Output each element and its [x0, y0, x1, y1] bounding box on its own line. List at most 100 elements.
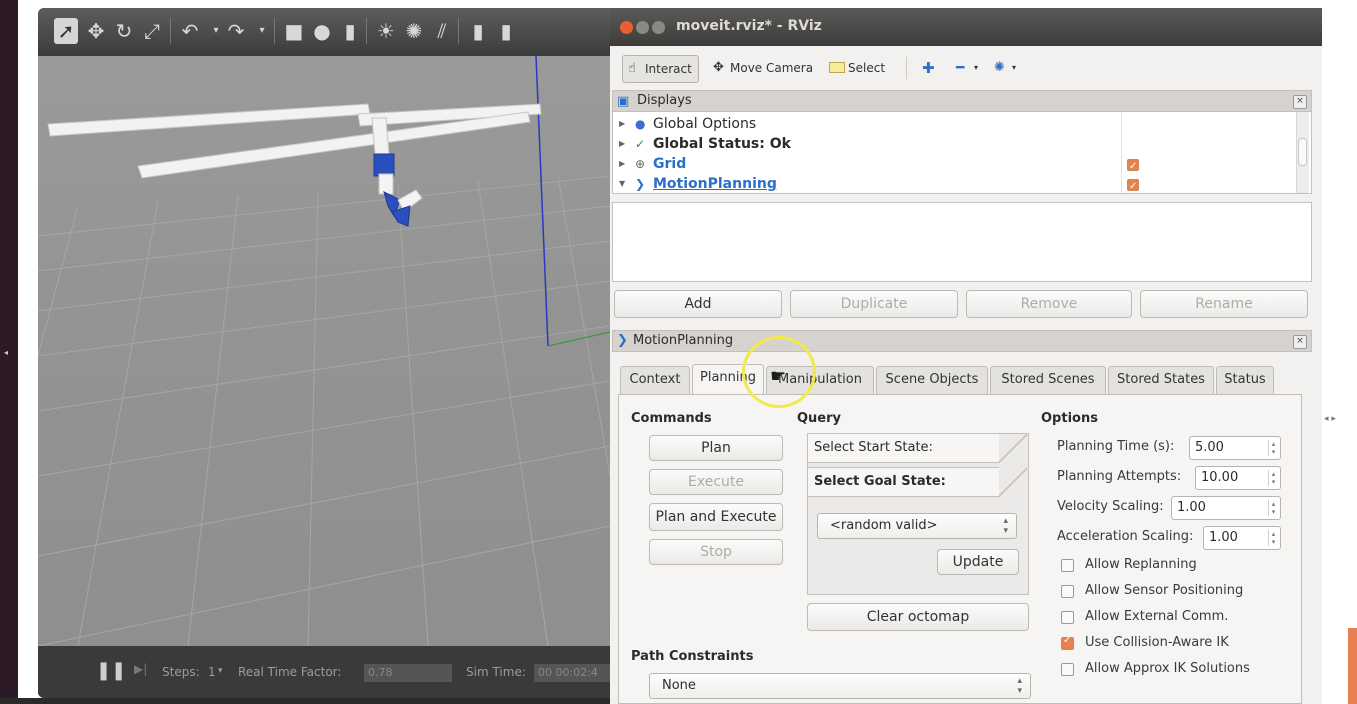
expand-arrow-icon[interactable]: ▶ [619, 114, 625, 134]
translate-icon[interactable]: ✥ [84, 18, 108, 44]
add-display-button[interactable]: Add [614, 290, 782, 318]
acceleration-scaling-spinbox[interactable]: 1.00 ▴ ▾ [1203, 526, 1281, 550]
spin-updown-icon[interactable]: ▴ ▾ [1268, 470, 1278, 486]
box-shape-icon[interactable]: ■ [282, 18, 306, 44]
tree-scrollbar[interactable] [1296, 112, 1309, 193]
select-start-state-toggle[interactable]: Select Start State: [807, 433, 1027, 463]
acceleration-scaling-value: 1.00 [1209, 530, 1238, 545]
gazebo-status-bar: ❚❚ ▶| Steps: 1 ▾ Real Time Factor: 0.78 … [38, 646, 610, 698]
steps-label: Steps: [162, 665, 200, 679]
tree-item-global-options[interactable]: ▶ ● Global Options [613, 114, 1293, 134]
tree-item-global-status[interactable]: ▶ ✓ Global Status: Ok [613, 134, 1293, 154]
toolbar-separator [366, 18, 367, 44]
rtf-label: Real Time Factor: [238, 665, 342, 679]
scale-icon[interactable]: ⤢ [140, 18, 164, 44]
tab-scene-objects[interactable]: Scene Objects [876, 366, 988, 394]
allow-external-comm-checkbox[interactable] [1061, 611, 1074, 624]
dock-resize-arrows-icon[interactable]: ◂ ▸ [1324, 414, 1336, 424]
tree-item-grid[interactable]: ▶ ⊕ Grid [613, 154, 1293, 177]
expand-arrow-icon[interactable]: ▶ [619, 154, 625, 174]
spot-light-icon[interactable]: ✺ [402, 18, 426, 44]
spin-updown-icon[interactable]: ▴ ▾ [1268, 500, 1278, 516]
stop-button[interactable]: Stop [649, 539, 783, 565]
sphere-shape-icon[interactable]: ● [310, 18, 334, 44]
use-collision-aware-ik-checkbox[interactable] [1061, 635, 1074, 650]
redo-icon[interactable]: ↷ [224, 18, 248, 44]
window-title: moveit.rviz* - RViz [676, 18, 822, 34]
planning-time-spinbox[interactable]: 5.00 ▴ ▾ [1189, 436, 1281, 460]
plan-button[interactable]: Plan [649, 435, 783, 461]
plan-and-execute-button[interactable]: Plan and Execute [649, 503, 783, 531]
path-constraints-select[interactable]: None ▴ ▾ [649, 673, 1031, 699]
pause-icon[interactable]: ❚❚ [96, 660, 126, 681]
close-panel-icon[interactable]: × [1293, 335, 1307, 349]
execute-button[interactable]: Execute [649, 469, 783, 495]
goal-state-select[interactable]: <random valid> ▴ ▾ [817, 513, 1017, 539]
maximize-window-icon[interactable] [652, 21, 665, 34]
remove-tool-dropdown-icon[interactable]: ▾ [968, 55, 984, 81]
tab-status[interactable]: Status [1216, 366, 1274, 394]
rotate-icon[interactable]: ↻ [112, 18, 136, 44]
update-button[interactable]: Update [937, 549, 1019, 575]
query-heading: Query [797, 411, 842, 426]
scrollbar-thumb[interactable] [1298, 138, 1307, 166]
allow-replanning-checkbox[interactable] [1061, 559, 1074, 572]
motionplanning-enabled-checkbox[interactable] [1127, 177, 1139, 193]
copy-icon[interactable]: ▮ [466, 18, 490, 44]
minimize-window-icon[interactable] [636, 21, 649, 34]
planning-tab-body: Commands Plan Execute Plan and Execute S… [618, 394, 1302, 704]
cylinder-shape-icon[interactable]: ▮ [338, 18, 362, 44]
velocity-scaling-spinbox[interactable]: 1.00 ▴ ▾ [1171, 496, 1281, 520]
paste-icon[interactable]: ▮ [494, 18, 518, 44]
point-light-icon[interactable]: ☀ [374, 18, 398, 44]
tab-stored-scenes[interactable]: Stored Scenes [990, 366, 1106, 394]
tree-item-motionplanning[interactable]: ▼ ❯ MotionPlanning [613, 174, 1293, 193]
spin-updown-icon: ▴ ▾ [1003, 516, 1008, 536]
expand-arrow-icon[interactable]: ▶ [619, 134, 625, 154]
moveit-icon: ❯ [635, 177, 646, 191]
allow-sensor-positioning-label: Allow Sensor Positioning [1085, 583, 1244, 598]
velocity-scaling-label: Velocity Scaling: [1057, 499, 1164, 514]
grid-enabled-checkbox[interactable] [1127, 157, 1139, 177]
remove-display-button[interactable]: Remove [966, 290, 1132, 318]
display-properties-area [612, 202, 1312, 282]
rviz-toolbar: ☝ Interact ✥ Move Camera Select ✚ ━ ▾ ✺ … [610, 46, 1322, 88]
planning-attempts-spinbox[interactable]: 10.00 ▴ ▾ [1195, 466, 1281, 490]
steps-dropdown-icon[interactable]: ▾ [218, 666, 223, 676]
collapse-arrow-icon[interactable]: ▼ [619, 174, 625, 193]
select-tool-button[interactable]: Select [824, 55, 891, 81]
title-bar: moveit.rviz* - RViz [610, 8, 1322, 46]
steps-value[interactable]: 1 [208, 665, 216, 679]
interact-tool-button[interactable]: ☝ Interact [622, 55, 699, 83]
select-goal-state-toggle[interactable]: Select Goal State: [807, 467, 1027, 497]
sim-time-label: Sim Time: [466, 665, 526, 679]
allow-approx-ik-checkbox[interactable] [1061, 663, 1074, 676]
toolbar-separator [170, 18, 171, 44]
toolbar-separator [274, 18, 275, 44]
add-tool-icon[interactable]: ✚ [916, 55, 941, 81]
collapse-handle-icon[interactable]: ◂ [4, 348, 10, 358]
gazebo-3d-scene[interactable] [38, 56, 610, 646]
directional-light-icon[interactable]: ⫽ [430, 18, 454, 44]
rename-display-button[interactable]: Rename [1140, 290, 1308, 318]
tab-context[interactable]: Context [620, 366, 690, 394]
velocity-scaling-value: 1.00 [1177, 500, 1206, 515]
allow-approx-ik-label: Allow Approx IK Solutions [1085, 661, 1250, 676]
camera-type-dropdown-icon[interactable]: ▾ [1006, 55, 1022, 81]
spin-updown-icon[interactable]: ▴ ▾ [1268, 440, 1278, 456]
tree-item-label: Global Options [653, 116, 757, 132]
duplicate-display-button[interactable]: Duplicate [790, 290, 958, 318]
tab-stored-states[interactable]: Stored States [1108, 366, 1214, 394]
select-arrow-icon[interactable]: ➚ [54, 18, 78, 44]
spin-updown-icon[interactable]: ▴ ▾ [1268, 530, 1278, 546]
step-icon[interactable]: ▶| [134, 662, 147, 676]
clear-octomap-button[interactable]: Clear octomap [807, 603, 1029, 631]
redo-dropdown-icon[interactable]: ▾ [250, 18, 274, 44]
undo-icon[interactable]: ↶ [178, 18, 202, 44]
close-window-icon[interactable] [620, 21, 633, 34]
move-camera-tool-button[interactable]: ✥ Move Camera [708, 55, 819, 81]
ground-grid [38, 175, 610, 646]
gantry-robot[interactable] [47, 103, 542, 227]
allow-sensor-positioning-checkbox[interactable] [1061, 585, 1074, 598]
close-panel-icon[interactable]: × [1293, 95, 1307, 109]
